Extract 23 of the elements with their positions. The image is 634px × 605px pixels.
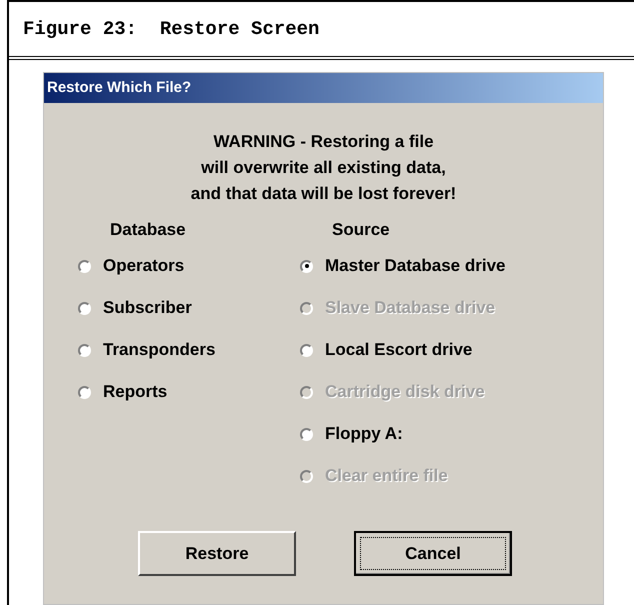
radio-button[interactable] (78, 344, 91, 356)
radio-button[interactable] (300, 428, 313, 440)
group-heading: Source (332, 219, 391, 242)
group-heading: Database (110, 219, 187, 242)
radio-button[interactable] (78, 386, 91, 398)
dialog-button[interactable]: Restore (138, 531, 296, 576)
radio-label: Floppy A: (325, 423, 403, 446)
warning-text: will overwrite all existing data, (201, 157, 446, 179)
radio-button[interactable] (300, 344, 313, 356)
figure-caption: Figure 23: Restore Screen (23, 16, 320, 42)
radio-button[interactable] (78, 260, 91, 272)
radio-label: Master Database drive (325, 255, 506, 278)
window-title: Restore Which File? (47, 78, 192, 98)
radio-label: Operators (103, 255, 184, 278)
radio-label: Reports (103, 381, 168, 404)
warning-text: WARNING - Restoring a file (213, 131, 434, 153)
radio-button[interactable] (78, 302, 91, 314)
radio-label: Subscriber (103, 297, 192, 320)
radio-label: Local Escort drive (325, 339, 472, 362)
radio-label: Transponders (103, 339, 216, 362)
warning-text: and that data will be lost forever! (190, 183, 456, 205)
dialog-button[interactable]: Cancel (354, 531, 512, 576)
radio-button[interactable] (300, 260, 313, 272)
